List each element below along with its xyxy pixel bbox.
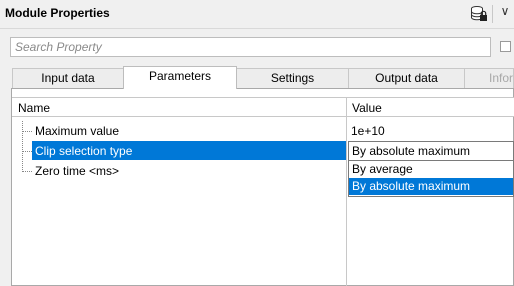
property-name-zero-time[interactable]: Zero time <ms> — [35, 164, 119, 178]
dropdown-option-by-absolute-maximum[interactable]: By absolute maximum — [349, 178, 513, 195]
column-header-value[interactable]: Value — [352, 101, 382, 115]
property-value-maximum-value[interactable]: 1e+10 — [351, 124, 385, 138]
column-divider[interactable] — [346, 97, 347, 286]
header-separator — [492, 5, 493, 23]
tab-input-data[interactable]: Input data — [12, 68, 124, 88]
property-name-clip-selection-type[interactable]: Clip selection type — [35, 144, 132, 158]
header-divider — [0, 28, 514, 29]
tab-parameters[interactable]: Parameters — [123, 66, 237, 89]
tab-settings[interactable]: Settings — [236, 68, 349, 88]
grid-header — [12, 97, 514, 117]
tree-branch — [22, 171, 32, 172]
chevron-down-icon[interactable]: ∨ — [498, 4, 512, 22]
tree-line — [22, 121, 23, 172]
filter-checkbox[interactable] — [500, 41, 511, 52]
tab-info: Infor — [464, 68, 514, 88]
dropdown-option-by-average[interactable]: By average — [349, 161, 513, 178]
tree-branch — [22, 131, 32, 132]
database-lock-icon[interactable] — [470, 5, 488, 23]
search-input[interactable] — [11, 38, 490, 56]
panel-title: Module Properties — [5, 6, 110, 20]
tree-branch — [22, 151, 32, 152]
clip-selection-combobox[interactable]: By absolute maximum — [348, 141, 514, 161]
tab-output-data[interactable]: Output data — [348, 68, 465, 88]
property-name-maximum-value[interactable]: Maximum value — [35, 124, 119, 138]
column-header-name[interactable]: Name — [18, 101, 50, 115]
search-box[interactable] — [10, 37, 491, 57]
